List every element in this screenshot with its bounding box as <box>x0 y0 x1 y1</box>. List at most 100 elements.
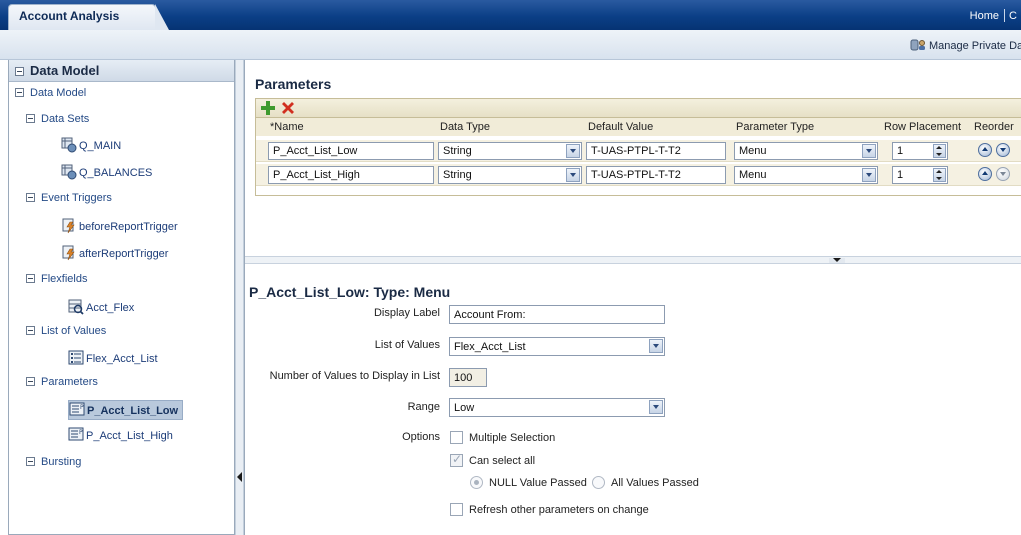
chevron-down-icon[interactable] <box>862 168 876 182</box>
collapse-left-icon[interactable] <box>237 472 242 482</box>
can-select-all-checkbox <box>450 452 463 467</box>
svg-text:P: P <box>79 429 83 436</box>
default-value-input[interactable]: T-UAS-PTPL-T-T2 <box>586 142 726 160</box>
trigger-icon <box>62 245 75 261</box>
overflow-link[interactable]: C <box>1009 10 1017 22</box>
parameter-type-select[interactable]: Menu <box>734 166 878 184</box>
tree-node-parameters[interactable]: Parameters <box>26 376 98 388</box>
col-reorder: Reorder <box>974 121 1014 133</box>
tree-item-before-report-trigger[interactable]: beforeReportTrigger <box>61 218 178 234</box>
tree-node-data-sets[interactable]: Data Sets <box>26 113 89 125</box>
move-up-icon[interactable] <box>978 167 992 181</box>
param-name-input[interactable]: P_Acct_List_Low <box>268 142 434 160</box>
spinner-value: 1 <box>897 145 904 157</box>
add-icon[interactable] <box>260 100 276 116</box>
select-value: Menu <box>739 145 767 157</box>
table-row[interactable]: P_Acct_List_Low String T-UAS-PTPL-T-T2 M… <box>256 140 1021 162</box>
parameter-type-select[interactable]: Menu <box>734 142 878 160</box>
col-row-placement: Row Placement <box>884 121 962 133</box>
horizontal-splitter[interactable] <box>245 256 1021 264</box>
row-placement-spinner[interactable]: 1 <box>892 166 948 184</box>
chevron-down-icon[interactable] <box>649 339 663 353</box>
multiple-selection-label: Multiple Selection <box>469 432 556 444</box>
tree-node-bursting[interactable]: Bursting <box>26 456 81 468</box>
parameters-toolbar <box>255 98 1021 118</box>
tree-item-q-balances[interactable]: Q_BALANCES <box>61 164 152 180</box>
collapse-toggle-icon[interactable] <box>26 457 35 466</box>
chevron-down-icon[interactable] <box>566 144 580 158</box>
num-values-input[interactable]: 100 <box>449 368 487 387</box>
refresh-other-checkbox[interactable] <box>450 503 463 516</box>
select-value: Low <box>454 402 475 414</box>
num-values-label: Number of Values to Display in List <box>269 370 440 382</box>
collapse-down-icon[interactable] <box>829 258 845 263</box>
chevron-down-icon[interactable] <box>862 144 876 158</box>
tree-node-event-triggers[interactable]: Event Triggers <box>26 192 112 204</box>
vertical-splitter[interactable] <box>235 60 244 535</box>
tree-node-data-model[interactable]: Data Model <box>15 87 86 99</box>
row-placement-spinner[interactable]: 1 <box>892 142 948 160</box>
collapse-toggle-icon[interactable] <box>26 274 35 283</box>
tree-label: Data Sets <box>41 113 90 125</box>
main-content: Parameters *Name Data Type Default Value… <box>244 60 1021 535</box>
chevron-down-icon[interactable] <box>649 400 663 414</box>
select-value: Flex_Acct_List <box>454 341 526 353</box>
param-name-input[interactable]: P_Acct_List_High <box>268 166 434 184</box>
tree-item-after-report-trigger[interactable]: afterReportTrigger <box>61 245 168 261</box>
collapse-toggle-icon[interactable] <box>26 326 35 335</box>
spinner-value: 1 <box>897 169 904 181</box>
move-up-icon[interactable] <box>978 143 992 157</box>
list-of-values-label: List of Values <box>374 339 440 351</box>
data-model-panel-header[interactable]: Data Model <box>9 60 234 82</box>
parameters-grid: P_Acct_List_Low String T-UAS-PTPL-T-T2 M… <box>255 136 1021 196</box>
multiple-selection-checkbox[interactable] <box>450 431 463 444</box>
select-value: String <box>443 145 472 157</box>
null-value-passed-radio <box>470 476 483 489</box>
range-select[interactable]: Low <box>449 398 665 417</box>
move-down-icon[interactable] <box>996 143 1010 157</box>
delete-icon[interactable] <box>280 100 296 116</box>
app-tab-account-analysis[interactable]: Account Analysis <box>8 4 169 30</box>
tree-label: Parameters <box>41 376 98 388</box>
tree-item-p-acct-list-low[interactable]: P P_Acct_List_Low <box>68 400 184 420</box>
tree-node-flexfields[interactable]: Flexfields <box>26 273 87 285</box>
null-value-passed-label: NULL Value Passed <box>489 477 587 489</box>
tree-item-p-acct-list-high[interactable]: P P_Acct_List_High <box>68 427 173 443</box>
collapse-toggle-icon[interactable] <box>15 88 24 97</box>
default-value-input[interactable]: T-UAS-PTPL-T-T2 <box>586 166 726 184</box>
display-label-input[interactable]: Account From: <box>449 305 665 324</box>
list-of-values-select[interactable]: Flex_Acct_List <box>449 337 665 356</box>
select-value: String <box>443 169 472 181</box>
collapse-toggle-icon[interactable] <box>26 114 35 123</box>
col-data-type: Data Type <box>440 121 490 133</box>
data-type-select[interactable]: String <box>438 142 582 160</box>
data-model-panel: Data Model Data Model Data Sets Q_MAIN Q… <box>8 60 235 535</box>
dataset-icon <box>61 137 77 153</box>
trigger-icon <box>62 218 75 234</box>
table-row[interactable]: P_Acct_List_High String T-UAS-PTPL-T-T2 … <box>256 164 1021 186</box>
data-type-select[interactable]: String <box>438 166 582 184</box>
collapse-toggle-icon[interactable] <box>26 193 35 202</box>
collapse-toggle-icon[interactable] <box>26 377 35 386</box>
tree-label: Event Triggers <box>41 192 112 204</box>
tree-label: Q_MAIN <box>79 140 122 152</box>
parameters-grid-header: *Name Data Type Default Value Parameter … <box>255 118 1021 136</box>
spinner-arrows-icon[interactable] <box>933 144 946 158</box>
top-separator <box>1004 9 1005 22</box>
manage-private-data-link[interactable]: Manage Private Da <box>910 38 1021 52</box>
tree-node-list-of-values[interactable]: List of Values <box>26 325 106 337</box>
detail-title: P_Acct_List_Low: Type: Menu <box>249 284 451 300</box>
home-link[interactable]: Home <box>970 10 999 22</box>
tree-item-q-main[interactable]: Q_MAIN <box>61 137 121 153</box>
col-parameter-type: Parameter Type <box>736 121 815 133</box>
options-label: Options <box>402 431 440 443</box>
tree-label: Bursting <box>41 456 82 468</box>
chevron-down-icon[interactable] <box>566 168 580 182</box>
tree-item-flex-acct-list[interactable]: Flex_Acct_List <box>68 350 158 366</box>
col-default-value: Default Value <box>588 121 654 133</box>
parameters-title: Parameters <box>255 76 332 92</box>
tree-item-acct-flex[interactable]: Acct_Flex <box>68 299 134 315</box>
flexfield-icon <box>68 299 84 315</box>
spinner-arrows-icon[interactable] <box>933 168 946 182</box>
collapse-toggle-icon[interactable] <box>15 67 24 76</box>
